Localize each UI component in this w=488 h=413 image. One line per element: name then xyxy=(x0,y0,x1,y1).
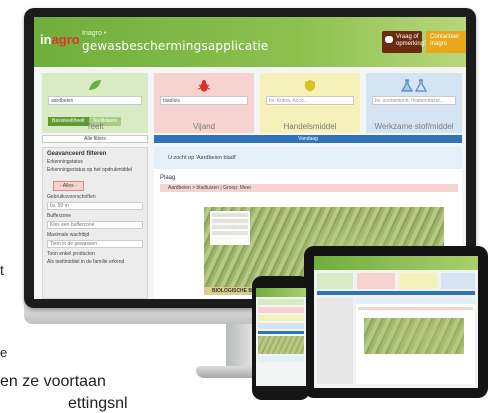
sidebar-title: Geavanceerd filteren xyxy=(47,151,107,157)
question-button[interactable]: Vraag of opmerking? xyxy=(382,31,427,53)
handelsmiddel-label: Handelsmiddel xyxy=(283,122,337,131)
app-header: inagro Inagro • gewasbeschermingsapplica… xyxy=(34,17,466,67)
category-vijand: bladluis Vijand xyxy=(154,73,254,133)
werkzame-stof-input[interactable]: bv. acetamiprid, thiabendazol... xyxy=(372,96,456,105)
category-handelsmiddel: bv. Kobra, Acco... Handelsmiddel xyxy=(260,73,360,133)
all-filters-button[interactable]: Alle filters xyxy=(42,135,148,143)
sidebar-item: Bufferzone xyxy=(47,213,72,219)
vandaag-bar[interactable]: Vandaag xyxy=(154,135,462,143)
background-text-4: ettingsnl xyxy=(68,395,128,412)
sidebar-item: Maximale wachttijd xyxy=(47,232,90,238)
tablet-device xyxy=(304,246,488,398)
tablet-header xyxy=(314,256,478,270)
inagro-logo[interactable]: inagro xyxy=(40,32,80,47)
flask-icon xyxy=(401,79,427,92)
vijand-label: Vijand xyxy=(192,122,216,131)
tablet-photo xyxy=(364,318,464,354)
photo-caption-card xyxy=(210,211,250,245)
sidebar-item: Erkenningstatus xyxy=(47,159,83,165)
tablet-sidebar xyxy=(317,298,353,384)
background-text-2: e xyxy=(0,345,8,360)
werkzame-stof-label: Werkzame stof/middel xyxy=(374,122,454,131)
tablet-categories xyxy=(317,273,475,289)
category-teelt: aardbeien Basisteelt/teelt Teeltklasse Te… xyxy=(42,73,148,133)
contact-button[interactable]: Contacteer Inagro xyxy=(426,31,466,53)
status-chip[interactable]: - Alles - xyxy=(53,181,84,191)
tablet-blue-bar xyxy=(317,291,475,295)
sidebar-field[interactable]: Toon in de gewassen xyxy=(47,240,143,248)
plaag-label: Plaag xyxy=(160,175,176,181)
bug-icon xyxy=(197,80,211,92)
sidebar-item: Erkenningsstatus op het opdrukmiddel xyxy=(47,167,133,173)
background-text-3: en ze voortaan xyxy=(0,373,106,390)
vijand-input[interactable]: bladluis xyxy=(160,96,248,105)
plaag-row[interactable]: Aardbeien > bladluizen | Groep: Meer xyxy=(160,184,458,192)
phone-photo xyxy=(258,336,304,354)
app-subtitle: Inagro • xyxy=(82,30,107,37)
filter-sidebar: Geavanceerd filteren Erkenningstatus Erk… xyxy=(42,147,148,299)
teelt-label: Teelt xyxy=(86,122,104,131)
shield-icon xyxy=(305,80,315,92)
sidebar-item: Toon enkel producten xyxy=(47,251,95,257)
tablet-screen xyxy=(314,256,478,388)
sidebar-item: Gebruiksvoorschriften xyxy=(47,194,96,200)
speech-bubble-icon xyxy=(385,36,393,43)
phone-device xyxy=(252,276,310,400)
background-text-1: t xyxy=(0,262,4,278)
sidebar-field[interactable]: bv. 50 m xyxy=(47,202,143,210)
tablet-main xyxy=(356,298,475,384)
phone-screen xyxy=(256,288,306,386)
sidebar-item[interactable]: Als teeltmiddel in de familie erkend xyxy=(43,258,147,266)
category-werkzame-stof: bv. acetamiprid, thiabendazol... Werkzam… xyxy=(366,73,462,133)
app-title: gewasbeschermingsapplicatie xyxy=(82,39,269,53)
handelsmiddel-input[interactable]: bv. Kobra, Acco... xyxy=(266,96,354,105)
leaf-icon xyxy=(89,80,101,90)
teelt-input[interactable]: aardbeien xyxy=(48,96,142,105)
search-info: U zocht op 'Aardbeien bladl' xyxy=(154,147,462,169)
sidebar-field[interactable]: Kies een bufferzone xyxy=(47,221,143,229)
